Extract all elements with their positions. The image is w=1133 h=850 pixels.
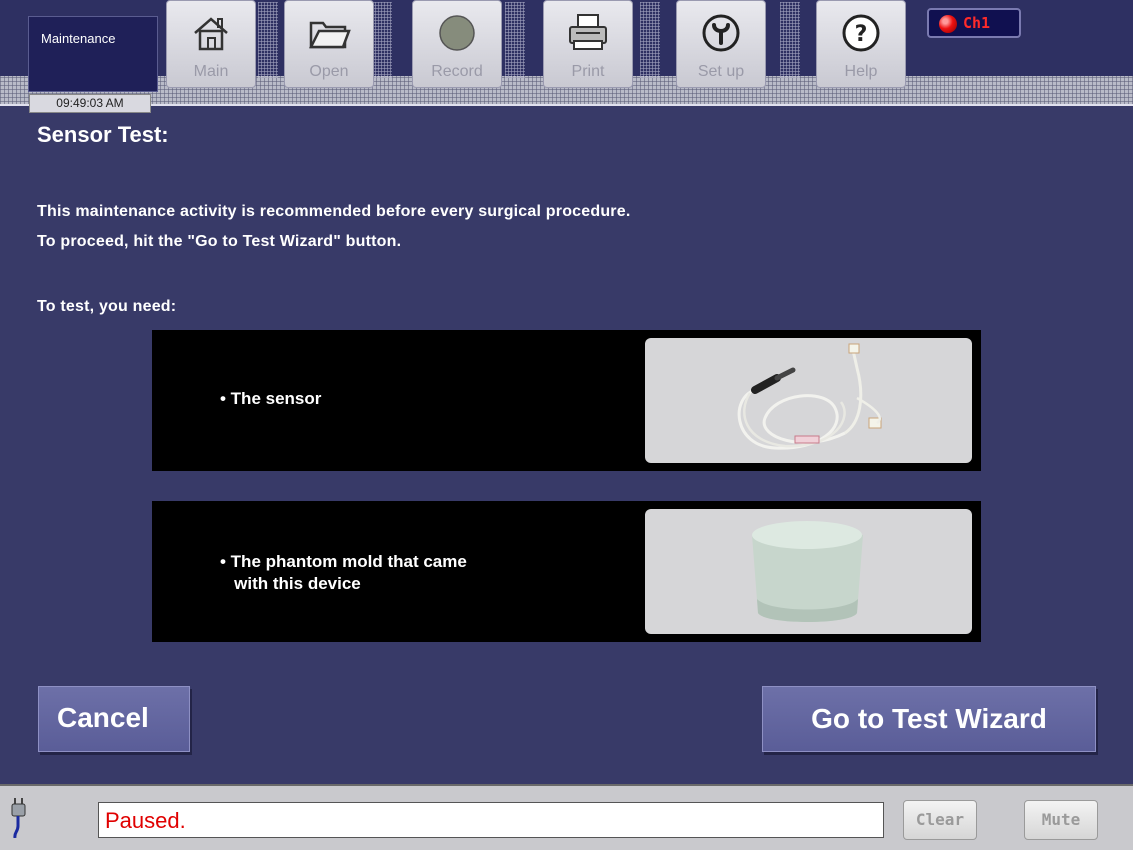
instruction-line-2: To proceed, hit the "Go to Test Wizard" … [37,233,402,250]
toolbar-pattern [640,2,660,78]
mode-status: Maintenance 09:49:03 AM [28,16,158,113]
power-plug-icon [11,798,26,838]
folder-icon [308,21,351,49]
status-bar: Paused. Clear Mute [0,784,1133,850]
requirement-phantom-mold: • The phantom mold that came with this d… [152,501,981,642]
open-label: Open [309,63,349,80]
toolbar-pattern [258,2,278,78]
requirement-sensor: • The sensor [152,330,981,471]
toolbar-pattern [780,2,800,78]
sensor-image [645,338,972,463]
sensor-cable-icon [737,343,882,450]
channel-led-icon [939,15,957,33]
message-text: Paused. [105,808,186,833]
mode-label: Maintenance [41,31,116,46]
setup-label: Set up [697,63,745,80]
record-button[interactable]: Record [412,0,502,88]
print-label: Print [571,63,605,80]
help-icon: ? [842,14,880,52]
main-label: Main [193,63,229,80]
toolbar-pattern [372,2,392,78]
phantom-mold-image [645,509,972,634]
clock: 09:49:03 AM [29,94,151,113]
message-field: Paused. [98,802,884,838]
wrench-icon [702,14,740,52]
record-label: Record [431,63,483,80]
main-button[interactable]: Main [166,0,256,88]
clear-button[interactable]: Clear [903,800,977,840]
go-to-test-wizard-button[interactable]: Go to Test Wizard [762,686,1096,752]
record-icon [439,15,475,51]
help-label: Help [844,63,878,80]
top-toolbar: Maintenance 09:49:03 AM Main Open Record [0,0,1133,113]
channel-label: Ch1 [963,14,991,32]
requirements-label: To test, you need: [37,298,177,315]
instruction-line-1: This maintenance activity is recommended… [37,203,631,220]
toolbar-divider [0,104,1133,106]
home-icon [194,17,228,51]
setup-button[interactable]: Set up [676,0,766,88]
toolbar-pattern [505,2,525,78]
open-button[interactable]: Open [284,0,374,88]
print-button[interactable]: Print [543,0,633,88]
channel-button[interactable]: Ch1 [927,8,1021,38]
printer-icon [569,14,607,50]
phantom-mold-icon [752,521,863,622]
svg-text:?: ? [855,22,868,47]
help-button[interactable]: ? Help [816,0,906,88]
mute-button[interactable]: Mute [1024,800,1098,840]
cancel-button[interactable]: Cancel [38,686,190,752]
page-title: Sensor Test: [37,122,169,147]
requirement-sensor-text: • The sensor [220,389,322,408]
requirement-phantom-text: • The phantom mold that came with this d… [220,552,467,593]
